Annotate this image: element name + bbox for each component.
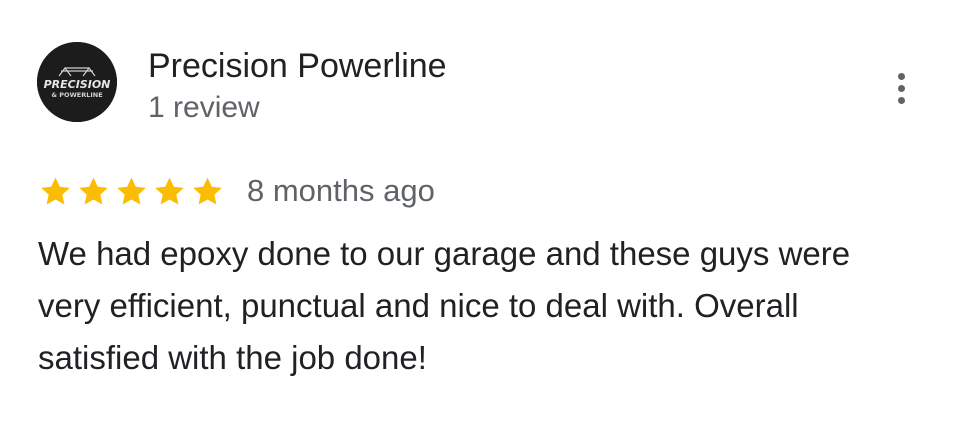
review-card: PRECISION & POWERLINE Precision Powerlin… — [0, 0, 968, 422]
logo-text-top: PRECISION — [44, 78, 111, 91]
star-icon — [38, 174, 73, 209]
more-vert-icon-dot — [897, 84, 905, 92]
more-options-button[interactable] — [884, 66, 918, 110]
reviewer-name[interactable]: Precision Powerline — [148, 46, 447, 86]
reviewer-avatar[interactable]: PRECISION & POWERLINE — [37, 42, 117, 122]
review-text: We had epoxy done to our garage and thes… — [38, 235, 851, 376]
rating-row: 8 months ago — [38, 170, 435, 212]
logo-text-bottom: & POWERLINE — [51, 91, 102, 99]
review-date: 8 months ago — [247, 173, 435, 208]
star-icon — [152, 174, 187, 209]
star-rating — [38, 174, 225, 209]
star-icon — [76, 174, 111, 209]
more-vert-icon-dot — [897, 96, 905, 104]
more-vert-icon — [897, 72, 905, 80]
precision-powerline-logo: PRECISION & POWERLINE — [37, 42, 117, 122]
reviewer-review-count[interactable]: 1 review — [148, 90, 260, 126]
star-icon — [114, 174, 149, 209]
star-icon — [190, 174, 225, 209]
